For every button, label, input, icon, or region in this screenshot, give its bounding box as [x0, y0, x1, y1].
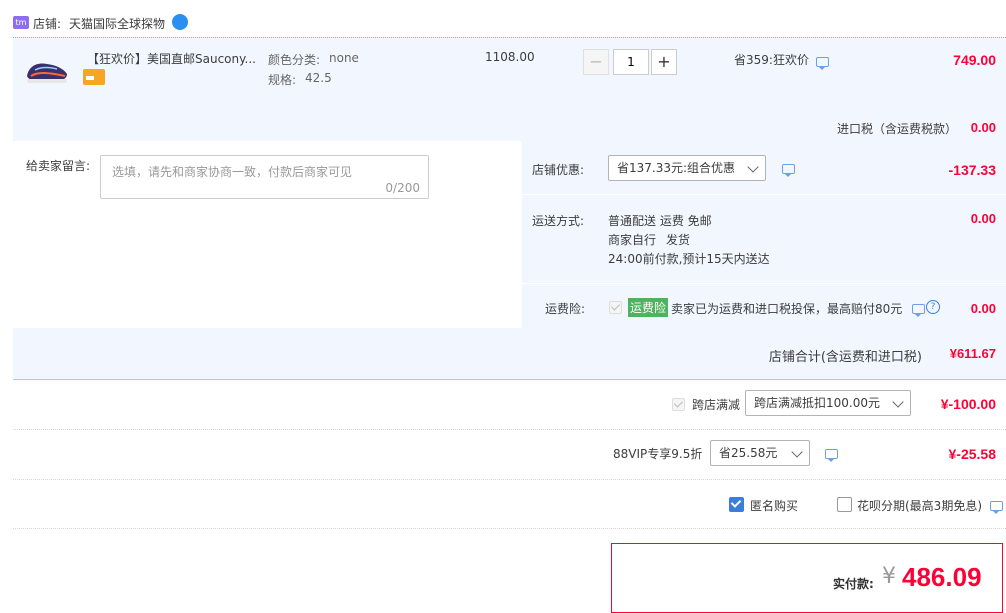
anonymous-label: 匿名购买 — [750, 499, 799, 513]
shipping-value: 0.00 — [970, 211, 996, 226]
vip-label: 88VIP专享9.5折 — [613, 447, 703, 461]
shop-discount-chat-icon[interactable] — [782, 164, 795, 177]
quantity-minus-button[interactable]: − — [583, 49, 609, 75]
chevron-down-icon — [747, 161, 759, 173]
item-subtotal: 749.00 — [953, 52, 996, 68]
quantity-input[interactable] — [613, 49, 649, 75]
cross-store-selected: 跨店满减抵扣100.00元 — [754, 396, 880, 410]
vip-selected: 省25.58元 — [719, 446, 778, 460]
insurance-chat-icon[interactable] — [912, 304, 925, 317]
insurance-value: 0.00 — [970, 301, 996, 316]
insurance-checkbox[interactable] — [609, 301, 622, 314]
cross-store-checkbox[interactable] — [672, 398, 685, 411]
insurance-badge: 运费险 — [628, 298, 669, 317]
vip-chat-icon[interactable] — [825, 449, 838, 462]
shipping-line2-b: 发货 — [666, 233, 691, 247]
shop-discount-value: -137.33 — [948, 162, 996, 178]
message-textarea[interactable]: 选填，请先和商家协商一致，付款后商家可见 0/200 — [100, 155, 429, 199]
vip-select[interactable]: 省25.58元 — [710, 440, 810, 466]
product-thumbnail[interactable] — [23, 50, 71, 90]
credit-card-icon — [83, 69, 105, 85]
size-label: 规格: — [268, 73, 297, 87]
insurance-label: 运费险: — [545, 302, 586, 316]
chevron-down-icon — [791, 446, 803, 458]
message-placeholder: 选填，请先和商家协商一致，付款后商家可见 — [112, 165, 353, 179]
help-question-icon[interactable]: ? — [926, 300, 940, 314]
message-counter: 0/200 — [385, 181, 420, 195]
huabei-label: 花呗分期(最高3期免息) — [857, 499, 982, 513]
purchase-options-row: 匿名购买 花呗分期(最高3期免息) — [13, 480, 1006, 528]
pay-label: 实付款: — [833, 577, 874, 591]
shop-prefix: 店铺: — [33, 17, 62, 31]
shop-discount-label: 店铺优惠: — [532, 163, 585, 177]
cross-store-row: 跨店满减 跨店满减抵扣100.00元 ¥-100.00 — [13, 380, 1006, 429]
shipping-line1: 普通配送 运费 免邮 — [608, 214, 712, 228]
cross-store-value: ¥-100.00 — [940, 396, 996, 412]
shop-total-value: ¥611.67 — [949, 346, 996, 361]
divider — [13, 528, 1006, 529]
product-title[interactable]: 【狂欢价】美国直邮Saucony... — [87, 50, 256, 67]
order-options-block: 给卖家留言: 选填，请先和商家协商一致，付款后商家可见 0/200 店铺优惠: … — [13, 141, 1006, 380]
size-value: 42.5 — [305, 71, 332, 85]
shop-name[interactable]: 天猫国际全球探物 — [69, 15, 165, 32]
vip-value: ¥-25.58 — [948, 446, 996, 462]
shop-total-label: 店铺合计(含运费和进口税) — [768, 350, 922, 365]
pay-box: 实付款: ¥ 486.09 — [611, 543, 1003, 613]
shop-header: tm 店铺: 天猫国际全球探物 — [13, 12, 993, 34]
pay-value: 486.09 — [902, 562, 982, 592]
shop-discount-select[interactable]: 省137.33元:组合优惠 — [608, 155, 766, 181]
quantity-plus-button[interactable]: + — [651, 49, 677, 75]
insurance-text: 卖家已为运费和进口税投保，最高赔付80元 — [671, 302, 903, 316]
shipping-line3: 24:00前付款,预计15天内送达 — [608, 252, 770, 266]
cross-store-select[interactable]: 跨店满减抵扣100.00元 — [745, 390, 911, 416]
color-value: none — [329, 51, 359, 65]
cross-store-label: 跨店满减 — [692, 398, 741, 412]
promo-chat-icon[interactable] — [816, 57, 829, 70]
chevron-down-icon — [892, 396, 904, 408]
wangwang-chat-icon[interactable] — [172, 14, 188, 30]
import-tax-label: 进口税（含运费税款） — [837, 122, 958, 136]
huabei-checkbox[interactable] — [837, 497, 852, 512]
message-label: 给卖家留言: — [26, 159, 91, 173]
item-row: 【狂欢价】美国直邮Saucony... 颜色分类: none 规格: 42.5 … — [13, 37, 1006, 141]
huabei-chat-icon[interactable] — [990, 501, 1003, 514]
color-label: 颜色分类: — [268, 53, 321, 67]
promo-text: 省359:狂欢价 — [734, 53, 809, 67]
shop-total-row: 店铺合计(含运费和进口税) ¥611.67 — [13, 328, 1006, 379]
shop-discount-selected: 省137.33元:组合优惠 — [617, 161, 736, 175]
anonymous-checkbox[interactable] — [729, 497, 744, 512]
tmall-shop-icon: tm — [13, 16, 29, 29]
shipping-label: 运送方式: — [532, 214, 585, 228]
shipping-line2-a: 商家自行 — [608, 233, 657, 247]
unit-price: 1108.00 — [485, 50, 535, 64]
insurance-panel: 运费险: 运费险 卖家已为运费和进口税投保，最高赔付80元 ? 0.00 — [522, 283, 1006, 328]
pay-currency: ¥ — [882, 564, 896, 589]
import-tax-value: 0.00 — [970, 120, 996, 135]
vip-row: 88VIP专享9.5折 省25.58元 ¥-25.58 — [13, 430, 1006, 479]
